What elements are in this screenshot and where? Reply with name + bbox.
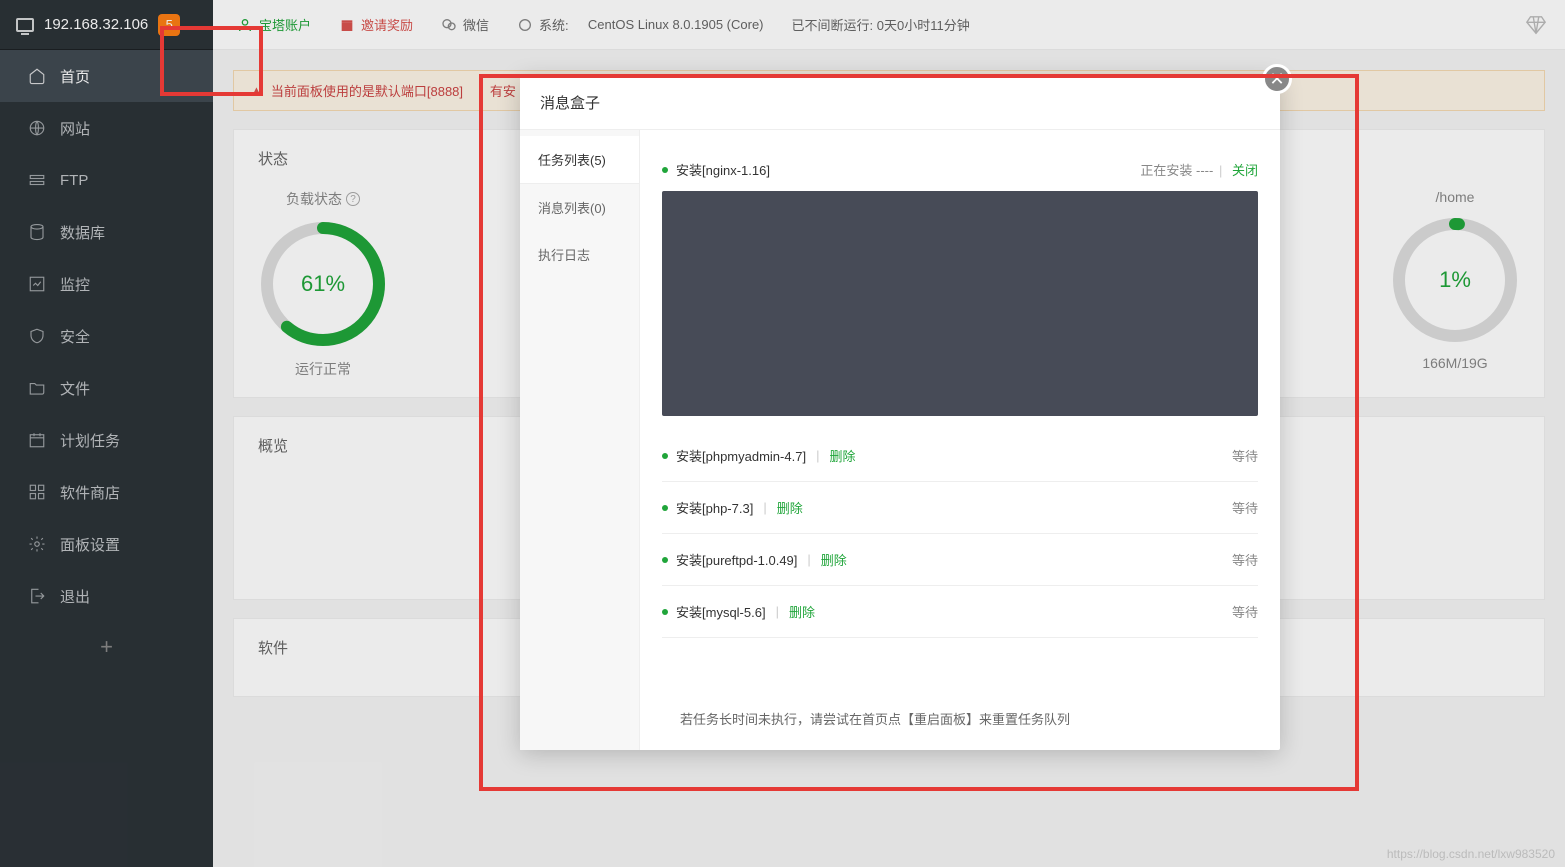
task-row: 安装[phpmyadmin-4.7] | 删除 等待 [662,430,1258,482]
modal-content: 安装[nginx-1.16] 正在安装 ---- | 关闭 安装[phpmyad… [640,130,1280,750]
task-row: 安装[mysql-5.6] | 删除 等待 [662,586,1258,638]
watermark: https://blog.csdn.net/lxw983520 [1387,847,1555,861]
delete-link[interactable]: 删除 [829,446,855,465]
task-name: 安装[phpmyadmin-4.7] [676,446,806,465]
modal-title: 消息盒子 [520,76,1280,130]
task-name: 安装[pureftpd-1.0.49] [676,550,797,569]
task-row: 安装[php-7.3] | 删除 等待 [662,482,1258,534]
task-name: 安装[nginx-1.16] [676,160,770,179]
tab-tasks[interactable]: 任务列表(5) [520,136,639,184]
footer-note: 若任务长时间未执行，请尝试在首页点【重启面板】来重置任务队列 [680,699,1070,732]
status-dot-icon [662,167,668,173]
tab-logs[interactable]: 执行日志 [520,231,639,278]
task-name: 安装[php-7.3] [676,498,753,517]
task-name: 安装[mysql-5.6] [676,602,766,621]
delete-link[interactable]: 删除 [789,602,815,621]
current-task-row: 安装[nginx-1.16] 正在安装 ---- | 关闭 [662,148,1258,191]
task-row: 安装[pureftpd-1.0.49] | 删除 等待 [662,534,1258,586]
modal-tabs: 任务列表(5) 消息列表(0) 执行日志 [520,130,640,750]
close-task-link[interactable]: 关闭 [1232,163,1258,178]
tab-messages[interactable]: 消息列表(0) [520,184,639,231]
delete-link[interactable]: 删除 [821,550,847,569]
status-dot-icon [662,557,668,563]
message-box-modal: ✕ 消息盒子 任务列表(5) 消息列表(0) 执行日志 安装[nginx-1.1… [520,76,1280,750]
status-dot-icon [662,609,668,615]
status-dot-icon [662,453,668,459]
close-icon[interactable]: ✕ [1262,64,1292,94]
delete-link[interactable]: 删除 [777,498,803,517]
terminal-output [662,191,1258,416]
status-dot-icon [662,505,668,511]
